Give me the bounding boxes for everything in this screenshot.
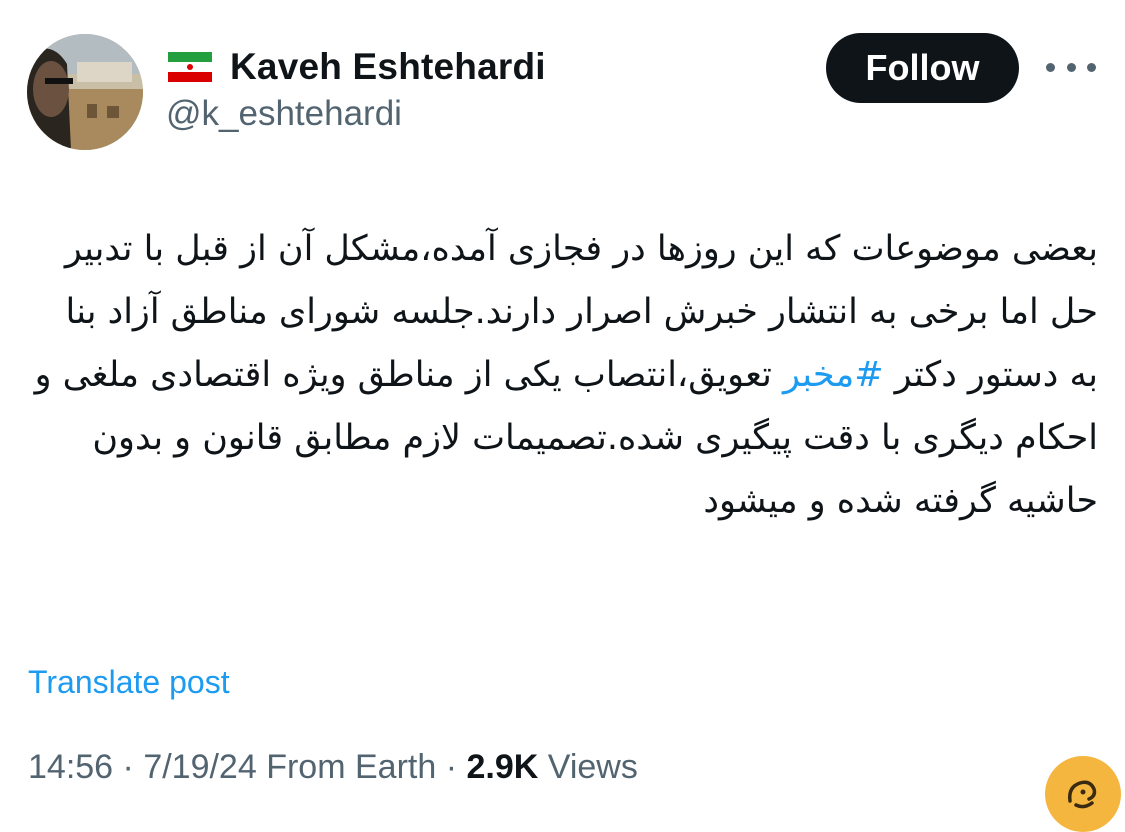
post-meta: 14:56 · 7/19/24 From Earth · 2.9K Views <box>28 748 638 787</box>
post-text: بعضی موضوعات که این روزها در فجازی آمده،… <box>30 218 1098 533</box>
iran-flag-icon <box>168 52 212 82</box>
more-dot <box>1087 62 1096 72</box>
meta-space <box>257 748 266 786</box>
translate-post-link[interactable]: Translate post <box>28 664 230 701</box>
meta-separator: · <box>113 748 144 786</box>
post-date[interactable]: 7/19/24 <box>143 748 256 786</box>
avatar-image <box>27 34 143 150</box>
author-display-name[interactable]: Kaveh Eshtehardi <box>230 46 546 88</box>
more-horizontal-icon[interactable] <box>1046 53 1096 81</box>
meta-separator: · <box>436 748 467 786</box>
views-count[interactable]: 2.9K <box>466 748 538 786</box>
author-name-row: Kaveh Eshtehardi <box>168 44 546 90</box>
post-source: From Earth <box>266 748 437 786</box>
hashtag-link[interactable]: #مخبر <box>783 355 884 395</box>
avatar[interactable] <box>27 34 143 150</box>
watermark-glyph-icon <box>1067 780 1097 809</box>
author-handle[interactable]: @k_eshtehardi <box>166 94 402 134</box>
views-label: Views <box>538 748 638 786</box>
more-dot <box>1066 62 1076 72</box>
more-dot <box>1046 62 1055 72</box>
post-time[interactable]: 14:56 <box>28 748 113 786</box>
follow-button[interactable]: Follow <box>826 33 1019 103</box>
watermark-logo <box>1045 756 1121 832</box>
